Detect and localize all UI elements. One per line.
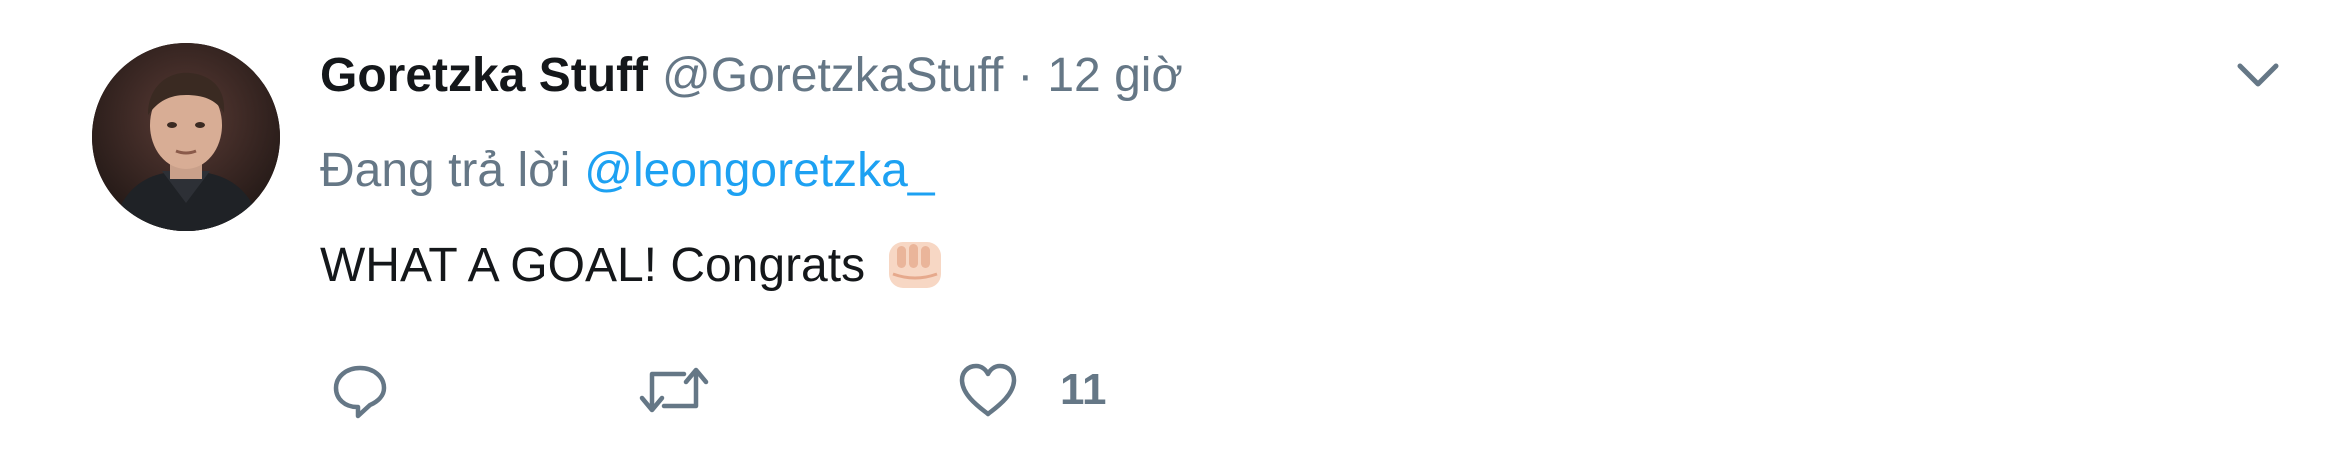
- avatar-image: [92, 43, 280, 231]
- like-button[interactable]: 11: [956, 350, 1107, 430]
- chevron-down-icon[interactable]: [2228, 52, 2288, 102]
- tweet-text-content: WHAT A GOAL! Congrats: [320, 238, 866, 292]
- tweet-header: Goretzka Stuff @GoretzkaStuff · 12 giờ: [320, 40, 1183, 110]
- user-handle[interactable]: @GoretzkaStuff: [662, 48, 1003, 103]
- tweet-text: WHAT A GOAL! Congrats: [320, 230, 949, 300]
- separator-dot: ·: [1017, 48, 1034, 102]
- like-count: 11: [1060, 365, 1107, 414]
- oncoming-fist-icon: [883, 234, 949, 296]
- retweet-icon: [639, 367, 709, 413]
- reply-button[interactable]: [328, 350, 392, 430]
- avatar[interactable]: [92, 43, 280, 231]
- heart-icon: [959, 363, 1017, 417]
- reply-icon: [333, 365, 387, 419]
- retweet-button[interactable]: [636, 350, 712, 430]
- replying-to: Đang trả lời @leongoretzka_: [320, 135, 935, 205]
- display-name[interactable]: Goretzka Stuff: [320, 48, 648, 103]
- reply-mention-link[interactable]: @leongoretzka_: [584, 143, 934, 198]
- replying-to-label: Đang trả lời: [320, 143, 571, 197]
- tweet-timestamp[interactable]: 12 giờ: [1047, 48, 1183, 103]
- tweet: Goretzka Stuff @GoretzkaStuff · 12 giờ Đ…: [0, 0, 2344, 450]
